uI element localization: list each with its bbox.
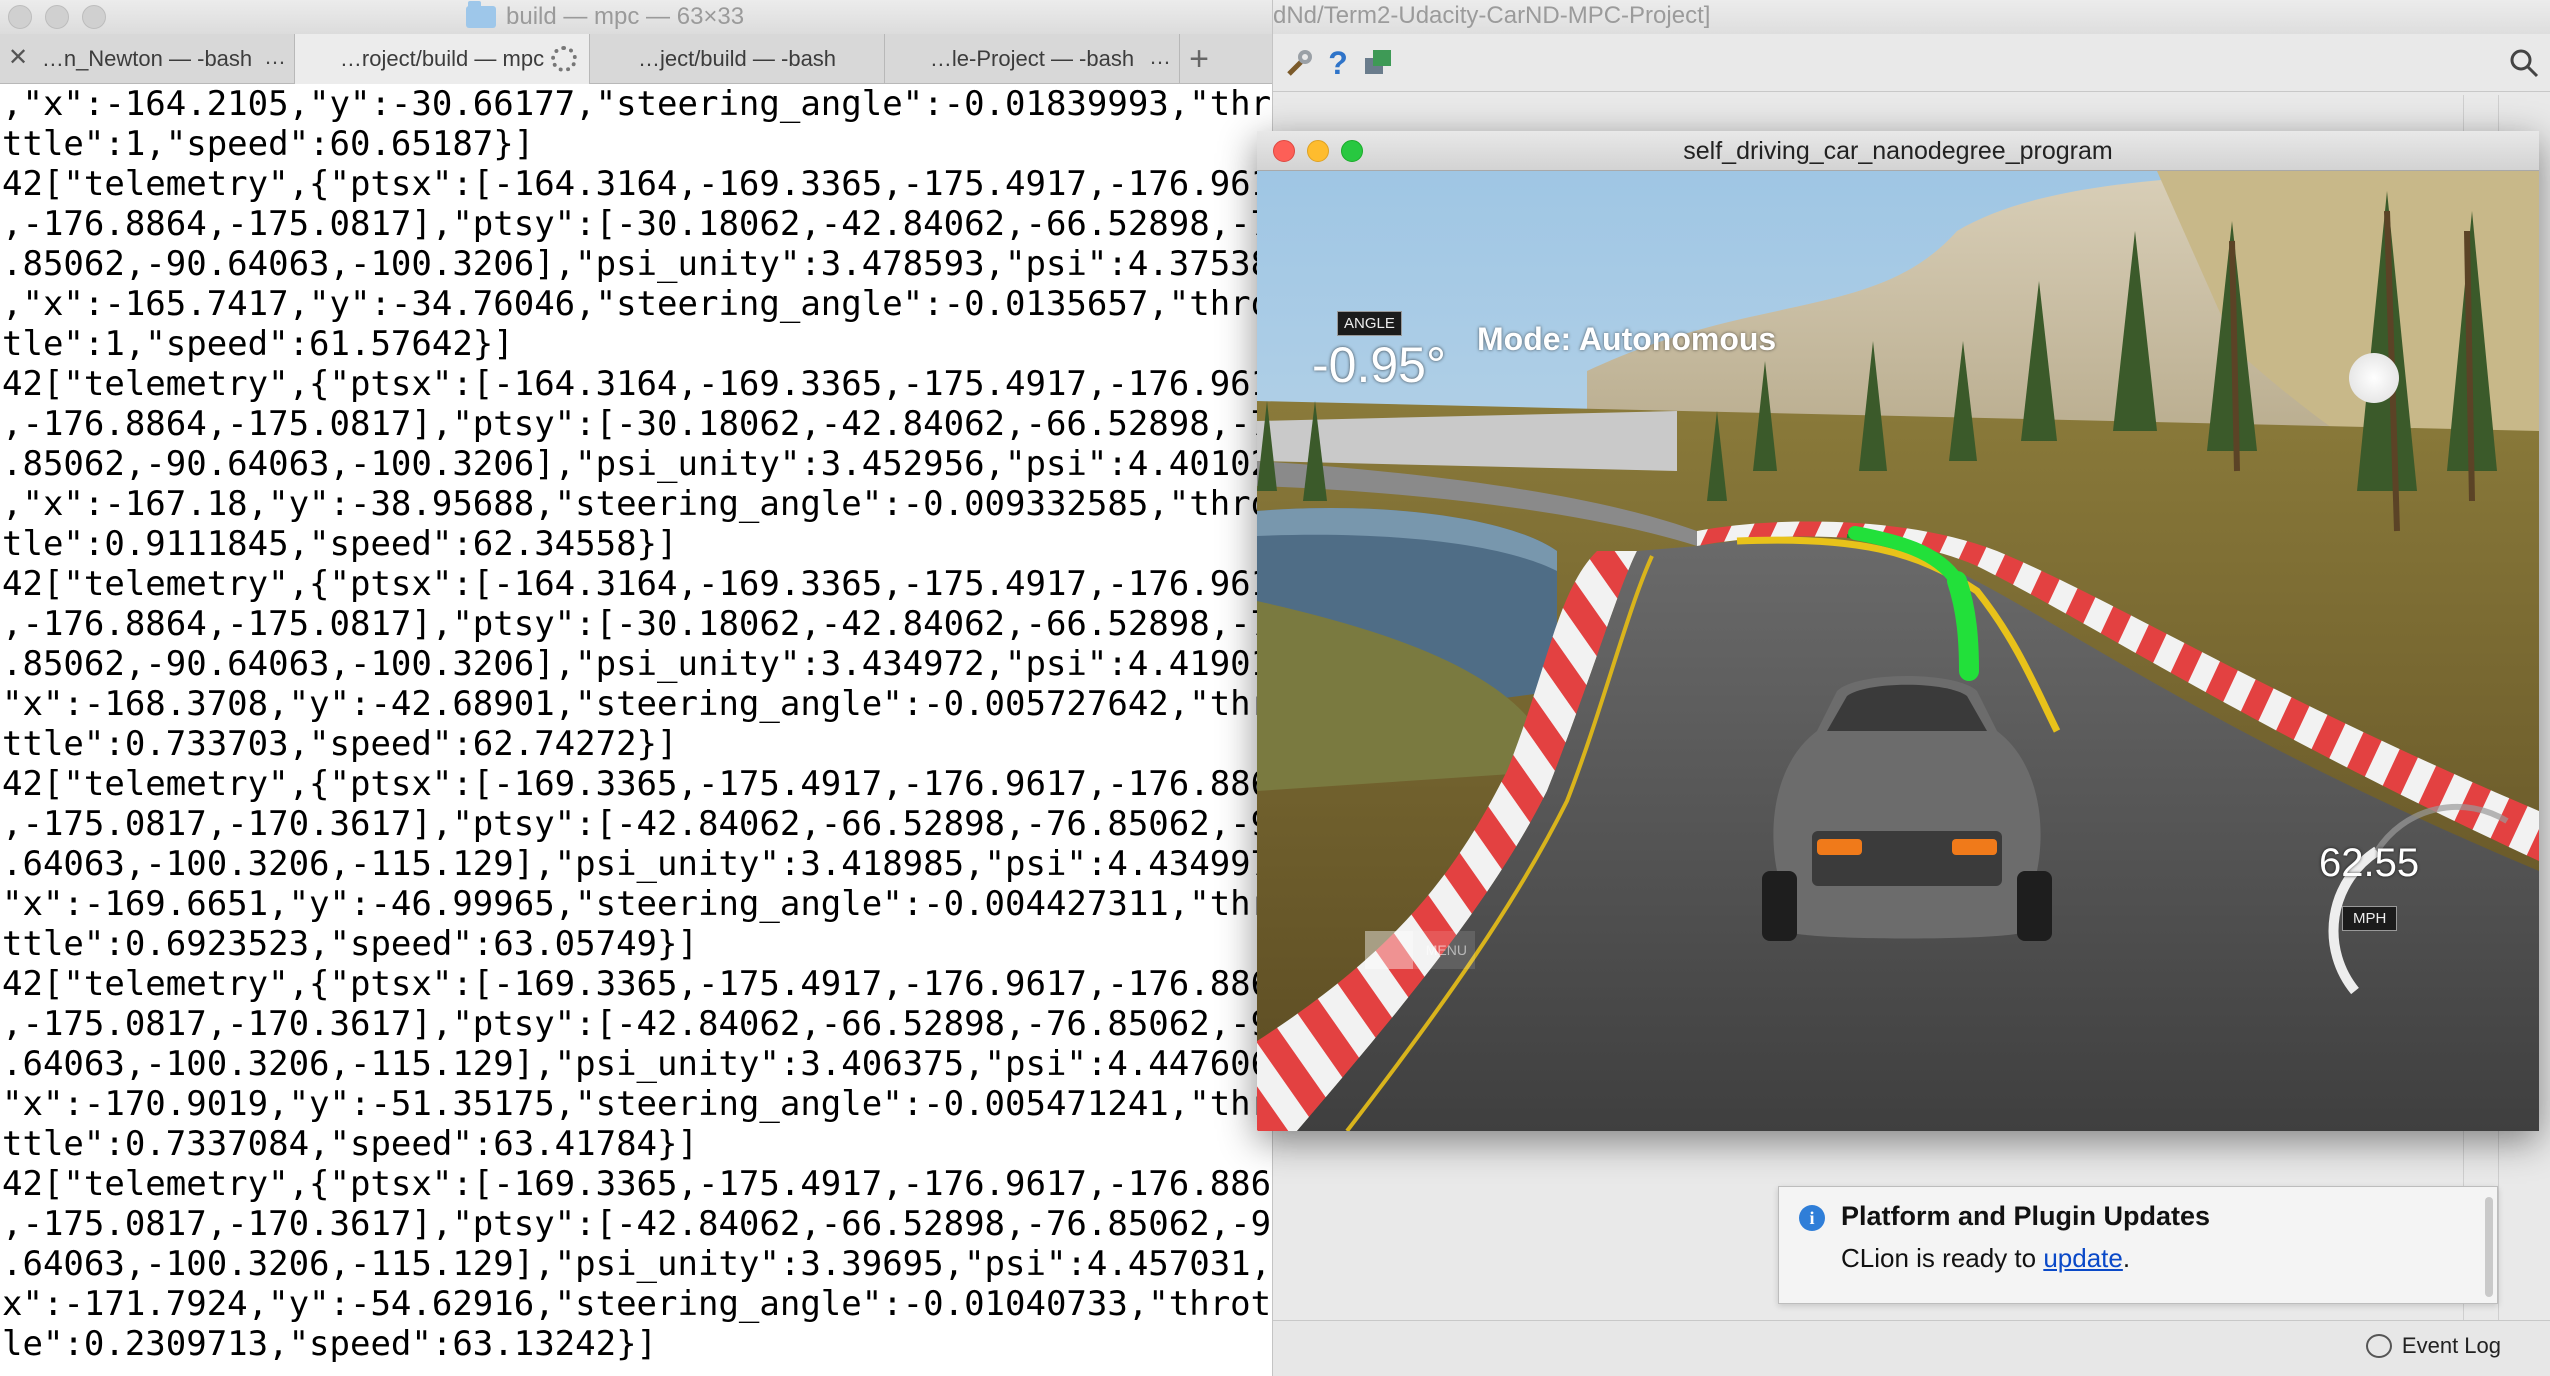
terminal-line: ,"x":-165.7417,"y":-34.76046,"steering_a… [2,284,1272,324]
terminal-tab-4[interactable]: …le-Project — -bash … [885,34,1180,84]
terminal-line: ttle":0.6923523,"speed":63.05749}] [2,924,698,964]
tab-overflow-icon: … [264,44,286,69]
steering-angle-readout: -0.95° [1312,337,1446,393]
clion-title: dNd/Term2-Udacity-CarND-MPC-Project] [1273,0,2550,34]
activity-spinner-icon [551,46,577,72]
terminal-line: tle":0.9111845,"speed":62.34558}] [2,524,678,564]
terminal-line: 42["telemetry",{"ptsx":[-164.3164,-169.3… [2,564,1272,604]
terminal-line: ,-175.0817,-170.3617],"ptsy":[-42.84062,… [2,1204,1272,1244]
notification-title: Platform and Plugin Updates [1841,1201,2211,1231]
close-tab-icon[interactable]: ✕ [8,46,28,70]
terminal-prompt-line[interactable] [2,1364,1272,1376]
tab-label: …n_Newton — -bash [41,46,253,71]
terminal-tab-bar: ✕ …n_Newton — -bash … …roject/build — mp… [0,34,1272,84]
menu-label: MENU [1425,942,1467,958]
clion-toolbar: ? [1273,34,2550,92]
terminal-line: 42["telemetry",{"ptsx":[-169.3365,-175.4… [2,764,1272,804]
terminal-line: .85062,-90.64063,-100.3206],"psi_unity":… [2,244,1272,284]
terminal-tab-2[interactable]: …roject/build — mpc [295,34,590,84]
terminal-title-text: build — mpc — 63×33 [506,3,745,30]
driving-scene [1257,171,2539,1131]
search-icon[interactable] [2505,44,2543,82]
terminal-line: 42["telemetry",{"ptsx":[-169.3365,-175.4… [2,964,1272,1004]
terminal-line: x":-171.7924,"y":-54.62916,"steering_ang… [2,1284,1272,1324]
clion-status-bar: Event Log [1273,1320,2550,1376]
terminal-line: "x":-168.3708,"y":-42.68901,"steering_an… [2,684,1272,724]
event-log-button[interactable]: Event Log [2365,1333,2501,1359]
help-icon[interactable]: ? [1319,44,1357,82]
notification-suffix: . [2122,1243,2131,1273]
terminal-line: ,"x":-167.18,"y":-38.95688,"steering_ang… [2,484,1272,524]
simulator-window: self_driving_car_nanodegree_program ANGL… [1257,131,2539,1131]
notification-scrollbar[interactable] [2485,1197,2493,1297]
terminal-line: 42["telemetry",{"ptsx":[-169.3365,-175.4… [2,1164,1272,1204]
update-link[interactable]: update [2043,1243,2123,1273]
terminal-line: ,-175.0817,-170.3617],"ptsy":[-42.84062,… [2,1004,1272,1044]
sun-icon [2349,353,2399,403]
mode-label: Mode: Autonomous [1477,321,1777,357]
terminal-window: build — mpc — 63×33 ✕ …n_Newton — -bash … [0,0,1272,1376]
terminal-line: 42["telemetry",{"ptsx":[-164.3164,-169.3… [2,364,1272,404]
terminal-line: tle":1,"speed":61.57642}] [2,324,514,364]
angle-tag: ANGLE [1337,311,1402,336]
terminal-line: ttle":0.7337084,"speed":63.41784}] [2,1124,698,1164]
terminal-tab-1[interactable]: ✕ …n_Newton — -bash … [0,34,295,84]
terminal-line: .85062,-90.64063,-100.3206],"psi_unity":… [2,444,1272,484]
tab-label: …roject/build — mpc [339,46,545,71]
terminal-line: ,-176.8864,-175.0817],"ptsy":[-30.18062,… [2,604,1272,644]
tab-label: …le-Project — -bash [929,46,1135,71]
tab-label: …ject/build — -bash [637,46,837,71]
terminal-titlebar: build — mpc — 63×33 [0,0,1272,34]
speed-readout: 62.55 [2319,841,2420,885]
close-window-button[interactable] [8,5,32,29]
simulator-title: self_driving_car_nanodegree_program [1683,137,2113,165]
new-tab-button[interactable]: + [1180,34,1218,84]
terminal-line: le":0.2309713,"speed":63.13242}] [2,1324,658,1364]
terminal-line: .85062,-90.64063,-100.3206],"psi_unity":… [2,644,1272,684]
terminal-line: ,"x":-164.2105,"y":-30.66177,"steering_a… [2,84,1272,124]
terminal-line: ,-176.8864,-175.0817],"ptsy":[-30.18062,… [2,404,1272,444]
terminal-line: 42["telemetry",{"ptsx":[-164.3164,-169.3… [2,164,1272,204]
notification-body: CLion is ready to update. [1841,1243,2130,1274]
simulator-viewport[interactable]: ANGLE -0.95° Mode: Autonomous 62.55 MPH … [1257,171,2539,1131]
folder-icon [466,1,496,28]
terminal-line: ttle":0.733703,"speed":62.74272}] [2,724,678,764]
terminal-title: build — mpc — 63×33 [466,0,744,34]
menu-button-icon [1365,931,1413,969]
event-log-label: Event Log [2401,1333,2501,1358]
terminal-line: .64063,-100.3206,-115.129],"psi_unity":3… [2,1244,1272,1284]
terminal-line: "x":-169.6651,"y":-46.99965,"steering_an… [2,884,1272,924]
terminal-line: "x":-170.9019,"y":-51.35175,"steering_an… [2,1084,1272,1124]
update-notification[interactable]: i Platform and Plugin Updates CLion is r… [1778,1186,2498,1304]
menu-button[interactable]: MENU [1365,931,1475,969]
terminal-line: ,-175.0817,-170.3617],"ptsy":[-42.84062,… [2,804,1272,844]
minimize-window-button[interactable] [45,5,69,29]
notification-text: CLion is ready to [1841,1243,2044,1273]
wrench-icon[interactable] [1281,44,1319,82]
simulator-titlebar: self_driving_car_nanodegree_program [1257,131,2539,171]
terminal-line: .64063,-100.3206,-115.129],"psi_unity":3… [2,1044,1272,1084]
zoom-window-button[interactable] [82,5,106,29]
terminal-line: .64063,-100.3206,-115.129],"psi_unity":3… [2,844,1272,884]
event-log-icon [2365,1334,2392,1358]
sync-icon[interactable] [1359,44,1397,82]
tab-overflow-icon: … [1149,44,1171,69]
terminal-line: ,-176.8864,-175.0817],"ptsy":[-30.18062,… [2,204,1272,244]
terminal-tab-3[interactable]: …ject/build — -bash [590,34,885,84]
info-icon: i [1799,1205,1825,1231]
terminal-line: ttle":1,"speed":60.65187}] [2,124,535,164]
speed-unit: MPH [2342,906,2398,931]
terminal-output[interactable]: ,"x":-164.2105,"y":-30.66177,"steering_a… [0,84,1272,1376]
